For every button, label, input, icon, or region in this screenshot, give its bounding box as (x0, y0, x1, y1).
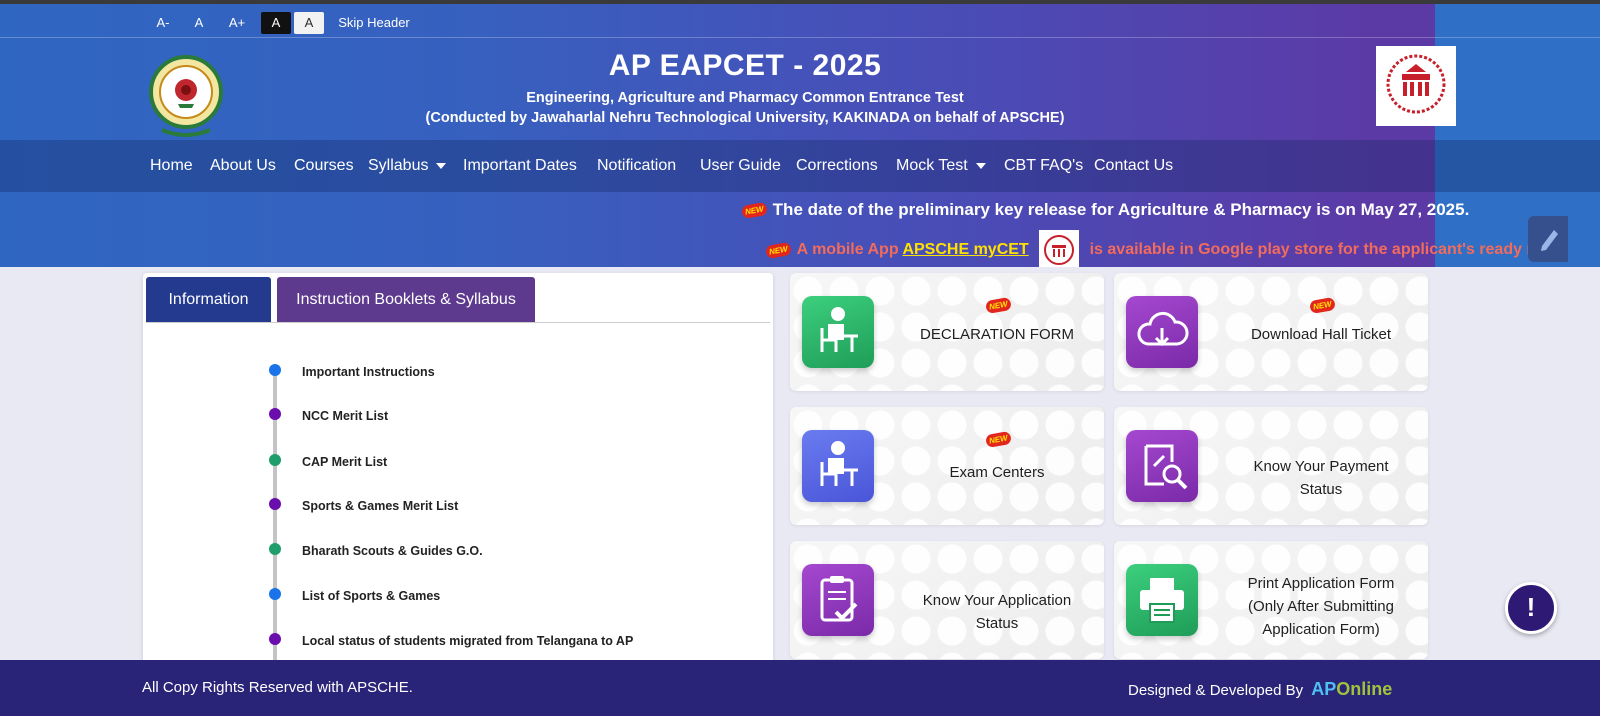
light-contrast-button[interactable]: A (294, 12, 324, 34)
application-status-line1: Know Your Application (922, 592, 1072, 609)
nav-cbt-faq[interactable]: CBT FAQ's (1004, 157, 1083, 175)
nav-notification[interactable]: Notification (597, 157, 676, 175)
announcement-line-2: NEW A mobile App APSCHE myCET is availabl… (766, 230, 1600, 267)
timeline-dot (269, 454, 281, 466)
print-application-card[interactable]: Print Application Form (Only After Submi… (1114, 541, 1428, 659)
new-badge-icon: NEW (1309, 296, 1336, 315)
print-application-line2: (Only After Submitting (1248, 598, 1394, 615)
pencil-icon (1541, 230, 1558, 251)
payment-status-card[interactable]: Know Your Payment Status (1114, 407, 1428, 525)
application-status-label: Know Your Application Status (890, 589, 1104, 635)
announcement-line-1[interactable]: NEW The date of the preliminary key relea… (741, 200, 1470, 220)
font-increase-button[interactable]: A+ (224, 12, 250, 34)
cloud-download-icon (1126, 296, 1198, 368)
help-button[interactable]: ! (1505, 582, 1557, 634)
announcement-prefix: A mobile App (796, 241, 899, 259)
student-desk-icon (802, 296, 874, 368)
information-panel: Information Instruction Booklets & Sylla… (143, 273, 773, 673)
timeline-dot (269, 364, 281, 376)
nav-about-us[interactable]: About Us (210, 157, 276, 175)
timeline-dot (269, 408, 281, 420)
new-badge-icon: NEW (741, 201, 768, 220)
nav-courses[interactable]: Courses (294, 157, 354, 175)
timeline-dot (269, 543, 281, 555)
payment-status-line1: Know Your Payment (1253, 458, 1389, 475)
main-navbar: Home About Us Courses Syllabus Important… (0, 140, 1600, 192)
nav-mock-test[interactable]: Mock Test (896, 157, 986, 175)
chevron-down-icon (436, 162, 447, 169)
aponline-online: Online (1336, 679, 1393, 699)
application-status-card[interactable]: Know Your Application Status (790, 541, 1104, 659)
tab-information[interactable]: Information (146, 277, 271, 323)
copyright-text: All Copy Rights Reserved with APSCHE. (142, 679, 413, 696)
nav-mock-test-label: Mock Test (896, 157, 968, 174)
chevron-down-icon (975, 162, 986, 169)
print-application-label: Print Application Form (Only After Submi… (1214, 572, 1428, 641)
designed-by-text: Designed & Developed By (1128, 682, 1304, 699)
new-badge-icon: NEW (985, 430, 1012, 449)
site-footer: All Copy Rights Reserved with APSCHE. De… (0, 660, 1600, 716)
declaration-form-label: DECLARATION FORM (920, 326, 1074, 343)
list-item-label: Important Instructions (302, 365, 435, 379)
application-status-line2: Status (975, 615, 1019, 632)
accessibility-bar: A- A A+ A A Skip Header (0, 4, 1600, 38)
new-badge-icon: NEW (766, 241, 792, 259)
timeline-dot (269, 633, 281, 645)
list-item-label: CAP Merit List (302, 455, 388, 469)
list-item-label: Local status of students migrated from T… (302, 634, 634, 648)
nav-user-guide[interactable]: User Guide (700, 157, 781, 175)
font-decrease-button[interactable]: A- (152, 12, 174, 34)
clipboard-check-icon (802, 564, 874, 636)
nav-contact-us[interactable]: Contact Us (1094, 157, 1173, 175)
list-item-label: NCC Merit List (302, 409, 389, 423)
page-subtitle: Engineering, Agriculture and Pharmacy Co… (526, 90, 964, 106)
announcement-text-1: The date of the preliminary key release … (772, 200, 1470, 219)
page-title: AP EAPCET - 2025 (608, 49, 882, 82)
aponline-logo[interactable]: APOnline (1311, 679, 1392, 699)
skip-header-link[interactable]: Skip Header (336, 12, 412, 34)
list-item-label: Sports & Games Merit List (302, 499, 459, 513)
declaration-form-card[interactable]: NEW DECLARATION FORM (790, 273, 1104, 391)
nav-important-dates[interactable]: Important Dates (463, 157, 577, 175)
printer-icon (1126, 564, 1198, 636)
designed-by: Designed & Developed By APOnline (1128, 679, 1392, 700)
print-application-line1: Print Application Form (1247, 575, 1395, 592)
font-normal-button[interactable]: A (190, 12, 208, 34)
nav-syllabus-label: Syllabus (368, 157, 429, 174)
nav-home[interactable]: Home (150, 157, 193, 175)
new-badge-icon: NEW (985, 296, 1012, 315)
search-document-icon (1126, 430, 1198, 502)
nav-corrections[interactable]: Corrections (796, 157, 878, 175)
exam-centers-label: Exam Centers (949, 464, 1045, 481)
nav-syllabus[interactable]: Syllabus (368, 157, 447, 175)
exam-centers-card[interactable]: NEW Exam Centers (790, 407, 1104, 525)
download-hall-ticket-label: Download Hall Ticket (1250, 326, 1392, 343)
student-desk-icon (802, 430, 874, 502)
tab-instruction-booklets[interactable]: Instruction Booklets & Syllabus (277, 277, 535, 323)
payment-status-line2: Status (1299, 481, 1343, 498)
list-item-label: List of Sports & Games (302, 589, 441, 603)
site-header: A- A A+ A A Skip Header AP EAPCET - 2025… (0, 4, 1600, 267)
announcement-suffix: is available in Google play store for th… (1089, 241, 1542, 259)
apsche-mini-logo (1039, 230, 1080, 267)
timeline-dot (269, 498, 281, 510)
conducted-by-text: (Conducted by Jawaharlal Nehru Technolog… (425, 110, 1065, 126)
download-hall-ticket-card[interactable]: NEW Download Hall Ticket (1114, 273, 1428, 391)
tab-divider (146, 322, 770, 323)
mycet-app-link[interactable]: APSCHE myCET (902, 241, 1028, 258)
header-edge-panel (1435, 4, 1600, 267)
list-item-label: Bharath Scouts & Guides G.O. (302, 544, 483, 558)
print-application-line3: Application Form) (1262, 621, 1380, 638)
aponline-ap: AP (1311, 679, 1337, 699)
timeline-dot (269, 588, 281, 600)
dark-contrast-button[interactable]: A (261, 12, 291, 34)
exclamation-icon: ! (1526, 592, 1536, 622)
payment-status-label: Know Your Payment Status (1214, 455, 1428, 501)
side-pencil-tab[interactable] (1528, 216, 1568, 262)
apsche-logo (1376, 46, 1456, 126)
